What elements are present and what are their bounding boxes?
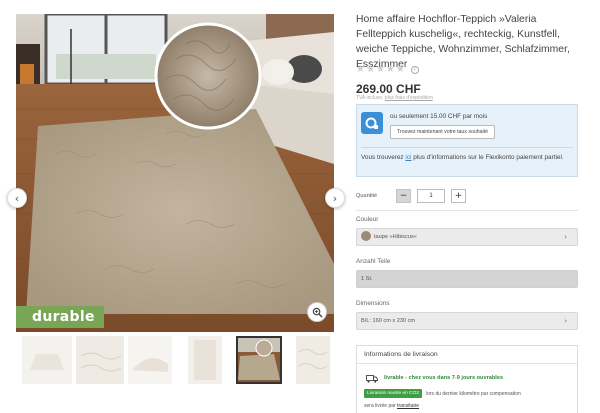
- dimensions-value: B/L: 160 cm x 230 cm: [361, 318, 416, 324]
- chevron-right-icon: ›: [564, 233, 567, 241]
- parts-label: Anzahl Teile: [356, 258, 391, 265]
- product-main-image[interactable]: durable: [16, 14, 334, 332]
- chevron-left-icon: ‹: [14, 191, 20, 205]
- thumbnail-rug-flat[interactable]: [22, 336, 72, 384]
- dimensions-label: Dimensions: [356, 300, 390, 307]
- truck-icon: [366, 375, 378, 383]
- rating-stars[interactable]: ★ ★ ★ ★ ★ i: [356, 64, 419, 75]
- previous-image-button[interactable]: ‹: [7, 188, 27, 208]
- parts-select: 1 St.: [356, 270, 578, 288]
- product-price: 269.00 CHF: [356, 82, 421, 96]
- color-select[interactable]: taupe »Hibiscus« ›: [356, 228, 578, 246]
- star-icon: ★: [365, 64, 375, 75]
- quantity-increase-button[interactable]: +: [451, 189, 466, 203]
- color-label: Couleur: [356, 216, 379, 223]
- carrier-link[interactable]: transitaire: [397, 403, 419, 409]
- living-room-photo: [16, 14, 334, 332]
- thumbnail-rug-folded[interactable]: [128, 336, 172, 384]
- star-icon: ★: [385, 64, 395, 75]
- thumbnail-living-room[interactable]: [236, 336, 282, 384]
- star-icon: ★: [356, 64, 365, 75]
- thumbnail-fur-closeup[interactable]: [76, 336, 124, 384]
- co2-neutral-row: Livraison neutre en CO2 lors du dernier …: [364, 389, 521, 398]
- divider: [361, 147, 573, 148]
- quantity-label: Quantité: [356, 193, 378, 199]
- shipping-costs-link[interactable]: plus frais d'expédition: [385, 95, 433, 101]
- star-icon: ★: [375, 64, 385, 75]
- quantity-stepper: Quantité − 1 +: [356, 189, 466, 203]
- quantity-input[interactable]: 1: [417, 189, 445, 203]
- zoom-button[interactable]: [307, 302, 327, 322]
- financing-info-text: Vous trouverez ici plus d'informations s…: [361, 154, 564, 161]
- co2-neutral-badge: Livraison neutre en CO2: [364, 389, 422, 398]
- thumbnail-rug-hanging[interactable]: [188, 336, 222, 384]
- dimensions-select[interactable]: B/L: 160 cm x 230 cm ›: [356, 312, 578, 330]
- next-image-button[interactable]: ›: [325, 188, 345, 208]
- carrier-info: sera livrée par transitaire: [364, 403, 420, 409]
- durable-badge: durable: [16, 306, 104, 328]
- chevron-right-icon: ›: [564, 317, 567, 325]
- delivery-info-box: Informations de livraison livrable - che…: [356, 345, 578, 413]
- thumbnail-strip: [16, 336, 334, 388]
- chevron-right-icon: ›: [332, 191, 338, 205]
- magnifier-icon: [312, 307, 323, 318]
- divider: [356, 210, 578, 211]
- thumbnail-fur-texture[interactable]: [296, 336, 330, 384]
- vat-note: TVA incluse, plus frais d'expédition: [356, 95, 433, 101]
- quantity-decrease-button[interactable]: −: [396, 189, 411, 203]
- color-value: taupe »Hibiscus«: [374, 234, 417, 240]
- delivery-time: livrable - chez vous dans 7-9 jours ouvr…: [384, 375, 504, 381]
- delivery-heading: Informations de livraison: [357, 346, 577, 364]
- co2-neutral-text: lors du dernier kilomètre par compensati…: [426, 390, 521, 397]
- find-rate-button[interactable]: Trouvez maintenant votre taux souhaité: [390, 125, 495, 139]
- parts-value: 1 St.: [361, 276, 373, 282]
- financing-box: ou seulement 15.00 CHF par mois Trouvez …: [356, 104, 578, 177]
- monthly-rate-text: ou seulement 15.00 CHF par mois: [390, 113, 488, 120]
- flexikonto-logo-icon: [361, 112, 383, 134]
- color-swatch: [361, 230, 371, 241]
- star-icon: ★: [395, 64, 405, 75]
- info-icon[interactable]: i: [410, 65, 419, 74]
- product-title: Home affaire Hochflor-Teppich »Valeria F…: [356, 14, 570, 70]
